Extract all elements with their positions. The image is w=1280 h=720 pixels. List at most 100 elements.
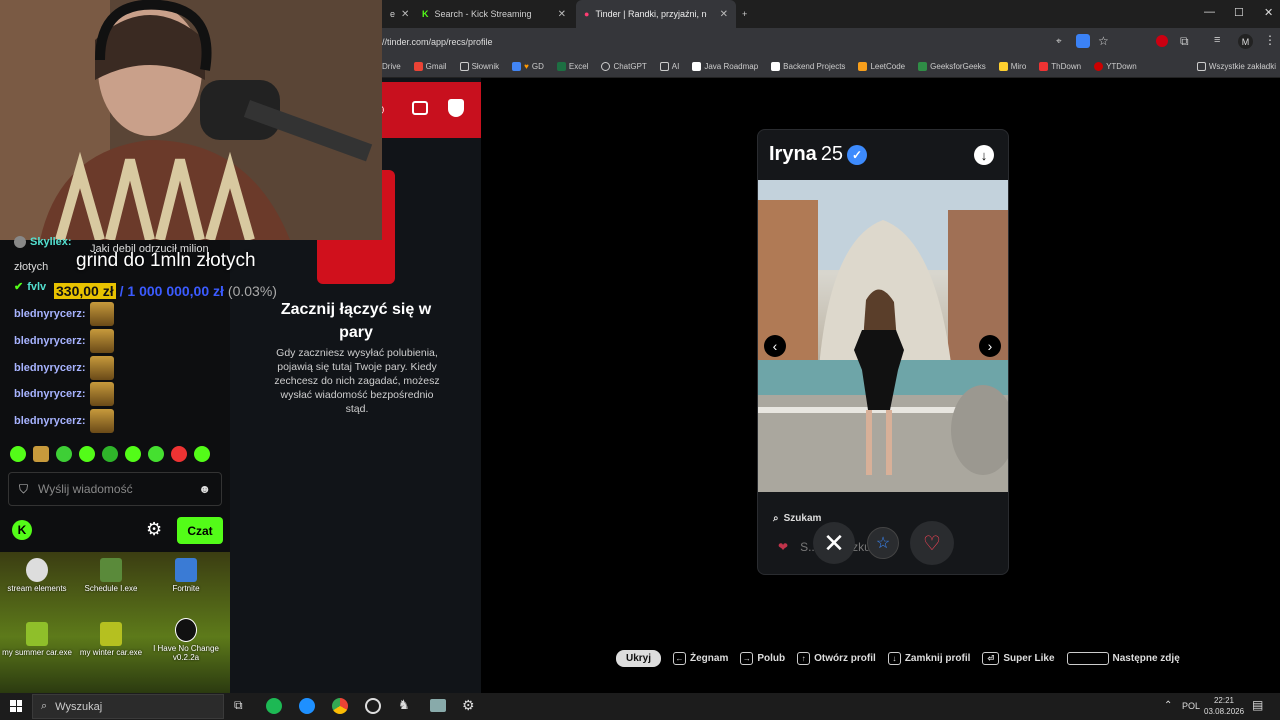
emote-icon[interactable] [125, 446, 141, 462]
folder-icon [659, 62, 669, 71]
task-view-icon[interactable]: ⧉ [234, 698, 243, 713]
edge-icon[interactable] [299, 698, 315, 714]
close-icon: ✕ [823, 527, 845, 558]
settings-icon[interactable]: ⚙ [462, 697, 475, 714]
arrow-down-icon: ↓ [887, 651, 901, 665]
star-icon: ☆ [875, 535, 891, 552]
emote-icon[interactable] [10, 446, 26, 462]
heart-icon: ♡ [923, 532, 941, 555]
puzzle-icon[interactable]: ⧉ [1180, 34, 1189, 49]
menu-list-icon[interactable]: ≡ [1214, 34, 1220, 46]
chat-input[interactable]: ⛉ Wyślij wiadomość ☻ [8, 472, 222, 506]
tab-tinder[interactable]: ● Tinder | Randki, przyjaźni, nowe ✕ [576, 0, 736, 28]
new-tab-button[interactable]: + [734, 0, 755, 28]
windows-start-icon[interactable] [10, 700, 22, 712]
send-chat-button[interactable]: Czat [177, 517, 223, 544]
bookmark-drive[interactable]: Drive [382, 62, 401, 71]
obs-icon[interactable] [365, 698, 381, 714]
bookmark-gmail[interactable]: Gmail [413, 62, 447, 71]
profile-avatar[interactable]: M [1238, 34, 1253, 49]
close-icon[interactable]: ✕ [401, 9, 409, 20]
nope-button[interactable]: ✕ [813, 522, 855, 564]
minimize-icon[interactable]: — [1204, 6, 1215, 18]
desktop-icon-schedule[interactable]: Schedule I.exe [72, 558, 150, 593]
briefcase-icon[interactable] [412, 101, 428, 115]
emote-icon[interactable] [33, 446, 49, 462]
gmail-icon [413, 62, 423, 71]
thdown-icon [1039, 62, 1049, 71]
browser-tab-bar: e ✕ K Search - Kick Streaming ✕ ● Tinder … [382, 0, 1280, 28]
super-like-button[interactable]: ☆ [867, 527, 899, 559]
desktop-icon-fortnite[interactable]: Fortnite [147, 558, 225, 593]
close-icon[interactable]: ✕ [558, 9, 566, 20]
bookmark-geeksforgeeks[interactable]: GeeksforGeeks [918, 62, 986, 71]
bookmark-leetcode[interactable]: LeetCode [858, 62, 905, 71]
fountain-photo [758, 180, 1008, 492]
extension-icon[interactable] [1156, 35, 1168, 47]
bookmark-ai[interactable]: AI [659, 62, 679, 71]
next-photo-button[interactable]: › [979, 335, 1001, 357]
url-text[interactable]: //tinder.com/app/recs/profile [382, 37, 493, 47]
bookmark-backend-projects[interactable]: Backend Projects [771, 62, 845, 71]
emote-icon[interactable] [194, 446, 210, 462]
clock[interactable]: 22:21 03.08.2026 [1204, 695, 1244, 717]
emoji-icon[interactable]: ☻ [198, 482, 211, 496]
matches-text: Gdy zaczniesz wysyłać polubienia, pojawi… [274, 347, 440, 415]
bookmark-slownik[interactable]: Słownik [459, 62, 499, 71]
location-icon[interactable]: ⌖ [1056, 36, 1062, 47]
emote-icon[interactable] [148, 446, 164, 462]
arrow-left-icon: ← [673, 651, 687, 665]
profile-photo[interactable] [758, 180, 1008, 492]
arrow-up-icon: ↑ [797, 651, 811, 665]
bookmark-excel[interactable]: Excel [556, 62, 588, 71]
more-icon[interactable]: ⋮ [1264, 33, 1276, 47]
chat-message: blednyrycerz: [14, 356, 114, 380]
bookmark-miro[interactable]: Miro [998, 62, 1026, 71]
chrome-icon[interactable] [332, 698, 348, 714]
desktop-icon-i-have-no-change[interactable]: I Have No Change v0.2.2a [147, 618, 225, 662]
bookmark-chatgpt[interactable]: ChatGPT [601, 62, 647, 71]
verified-icon: ✔ [14, 281, 24, 293]
translate-icon[interactable] [1076, 34, 1090, 48]
shortcut-close-profile: ↓ Zamknij profil [887, 651, 970, 665]
taskbar-search[interactable]: ⌕ Wyszukaj [32, 694, 224, 719]
gear-icon[interactable]: ⚙ [146, 519, 162, 540]
chat-message: blednyrycerz: [14, 329, 114, 353]
desktop-icon-stream-elements[interactable]: stream elements [0, 558, 76, 593]
close-icon[interactable]: ✕ [720, 9, 728, 20]
like-button[interactable]: ♡ [910, 521, 954, 565]
language-indicator[interactable]: POL [1182, 701, 1200, 711]
bookmark-java-roadmap[interactable]: Java Roadmap [692, 62, 758, 71]
shield-icon[interactable] [448, 99, 464, 117]
emote-icon[interactable] [79, 446, 95, 462]
desktop-icon-my-winter-car[interactable]: my winter car.exe [72, 622, 150, 657]
desktop-icon-my-summer-car[interactable]: my summer car.exe [0, 622, 76, 657]
tab-unknown[interactable]: e ✕ [382, 0, 409, 28]
doc-icon [512, 62, 522, 71]
all-bookmarks[interactable]: Wszystkie zakładki [1196, 62, 1276, 71]
app-icon[interactable]: ♞ [398, 697, 410, 713]
search-icon: ⌕ [41, 700, 48, 712]
notification-icon[interactable]: ▤ [1252, 698, 1263, 712]
game-icon [26, 622, 48, 646]
hide-shortcuts-button[interactable]: Ukryj [616, 649, 662, 667]
emote-icon [89, 329, 114, 353]
goal-progress: 330,00 zł / 1 000 000,00 zł (0.03%) [54, 283, 277, 299]
kick-icon[interactable]: K [12, 520, 32, 540]
bookmark-thdown[interactable]: ThDown [1039, 62, 1081, 71]
emote-icon[interactable] [102, 446, 118, 462]
collapse-profile-button[interactable]: ↓ [974, 145, 994, 165]
tab-kick-search[interactable]: K Search - Kick Streaming ✕ [414, 0, 574, 28]
address-bar[interactable]: //tinder.com/app/recs/profile ⌖ ☆ ⧉ ≡ M … [382, 28, 1280, 56]
close-window-icon[interactable]: ✕ [1264, 6, 1273, 19]
maximize-icon[interactable]: ☐ [1234, 6, 1244, 19]
bookmark-ytdown[interactable]: YTDown [1094, 62, 1137, 71]
previous-photo-button[interactable]: ‹ [764, 335, 786, 357]
star-icon[interactable]: ☆ [1098, 34, 1109, 48]
spotify-icon[interactable] [266, 698, 282, 714]
bookmark-gd[interactable]: ♥ GD [512, 62, 544, 71]
emote-icon[interactable] [56, 446, 72, 462]
emote-icon[interactable] [171, 446, 187, 462]
chevron-up-icon[interactable]: ⌃ [1164, 700, 1172, 711]
file-explorer-icon[interactable] [430, 699, 446, 712]
